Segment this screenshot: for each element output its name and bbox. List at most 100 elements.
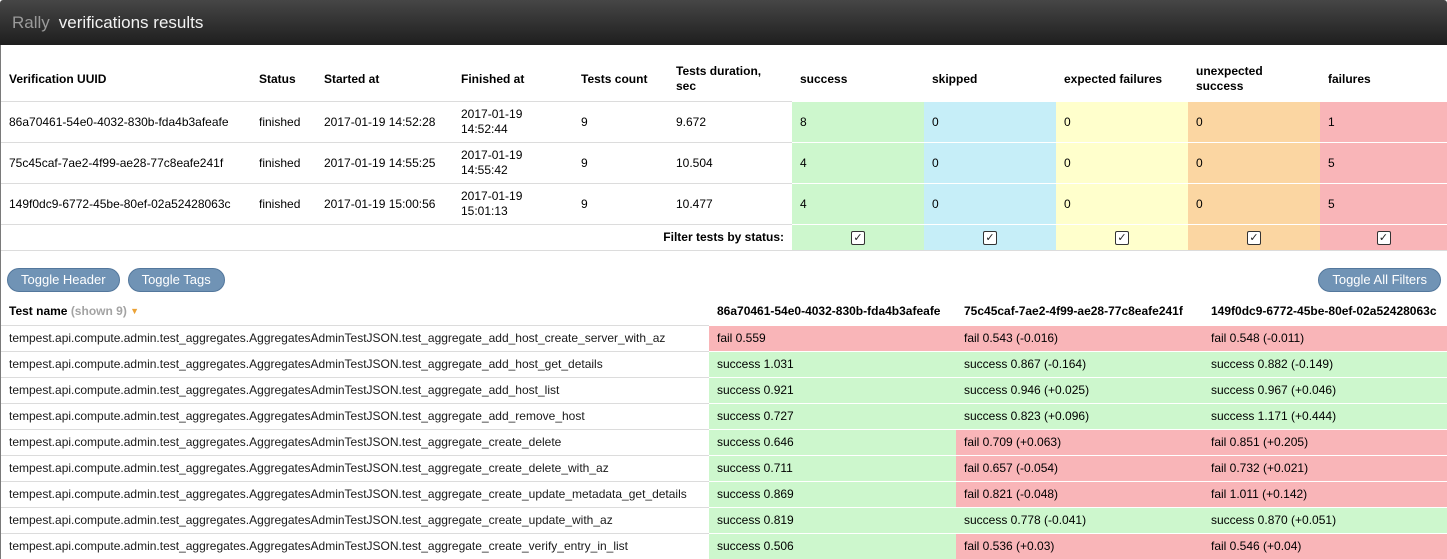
- test-row[interactable]: tempest.api.compute.admin.test_aggregate…: [1, 430, 1447, 456]
- toggle-all-filters-button[interactable]: Toggle All Filters: [1318, 268, 1441, 292]
- skipped-count-cell: 0: [924, 102, 1056, 143]
- filter-cell-failures: ✓: [1320, 225, 1447, 251]
- result-cell: success 0.646: [709, 430, 956, 456]
- unexpected-success-count-cell: 0: [1188, 102, 1320, 143]
- result-cell: fail 0.543 (-0.016): [956, 326, 1203, 352]
- result-cell: success 0.506: [709, 534, 956, 559]
- col-header-expected-failures: expected failures: [1056, 57, 1188, 102]
- success-count-cell: 8: [792, 102, 924, 143]
- duration-cell: 9.672: [668, 102, 792, 143]
- started-at-cell: 2017-01-19 14:55:25: [316, 143, 453, 184]
- col-header-run-3: 149f0dc9-6772-45be-80ef-02a52428063c: [1203, 298, 1447, 326]
- test-row[interactable]: tempest.api.compute.admin.test_aggregate…: [1, 456, 1447, 482]
- result-cell: success 0.946 (+0.025): [956, 378, 1203, 404]
- test-name-cell: tempest.api.compute.admin.test_aggregate…: [1, 404, 709, 430]
- result-cell: success 0.727: [709, 404, 956, 430]
- result-cell: fail 0.536 (+0.03): [956, 534, 1203, 559]
- filter-cell-unexpected-success: ✓: [1188, 225, 1320, 251]
- test-name-cell: tempest.api.compute.admin.test_aggregate…: [1, 430, 709, 456]
- status-cell: finished: [251, 184, 316, 225]
- result-cell: success 0.867 (-0.164): [956, 352, 1203, 378]
- tests-table: Test name (shown 9) ▼ 86a70461-54e0-4032…: [1, 298, 1447, 559]
- uuid-cell: 86a70461-54e0-4032-830b-fda4b3afeafe: [1, 102, 251, 143]
- test-row[interactable]: tempest.api.compute.admin.test_aggregate…: [1, 404, 1447, 430]
- page-title: verifications results: [59, 13, 204, 33]
- filter-checkbox-success[interactable]: ✓: [851, 231, 865, 245]
- filter-checkbox-unexpected-success[interactable]: ✓: [1247, 231, 1261, 245]
- test-row[interactable]: tempest.api.compute.admin.test_aggregate…: [1, 352, 1447, 378]
- uuid-cell: 75c45caf-7ae2-4f99-ae28-77c8eafe241f: [1, 143, 251, 184]
- filter-checkbox-expected-failures[interactable]: ✓: [1115, 231, 1129, 245]
- finished-at-cell: 2017-01-19 14:55:42: [453, 143, 573, 184]
- finished-at-cell: 2017-01-19 14:52:44: [453, 102, 573, 143]
- result-cell: fail 0.548 (-0.011): [1203, 326, 1447, 352]
- col-header-tests-count: Tests count: [573, 57, 668, 102]
- test-name-header-label: Test name: [9, 304, 67, 318]
- result-cell: success 0.711: [709, 456, 956, 482]
- col-header-failures: failures: [1320, 57, 1447, 102]
- test-row[interactable]: tempest.api.compute.admin.test_aggregate…: [1, 508, 1447, 534]
- unexpected-success-count-cell: 0: [1188, 143, 1320, 184]
- test-name-cell: tempest.api.compute.admin.test_aggregate…: [1, 456, 709, 482]
- test-row[interactable]: tempest.api.compute.admin.test_aggregate…: [1, 326, 1447, 352]
- verification-row: 75c45caf-7ae2-4f99-ae28-77c8eafe241f fin…: [1, 143, 1447, 184]
- success-count-cell: 4: [792, 184, 924, 225]
- expected-failures-count-cell: 0: [1056, 102, 1188, 143]
- test-name-sort-header[interactable]: Test name (shown 9) ▼: [1, 298, 709, 326]
- col-header-skipped: skipped: [924, 57, 1056, 102]
- col-header-status: Status: [251, 57, 316, 102]
- expected-failures-count-cell: 0: [1056, 184, 1188, 225]
- app-header: Rally verifications results: [0, 0, 1447, 45]
- result-cell: fail 0.851 (+0.205): [1203, 430, 1447, 456]
- test-row[interactable]: tempest.api.compute.admin.test_aggregate…: [1, 378, 1447, 404]
- result-cell: success 0.870 (+0.051): [1203, 508, 1447, 534]
- result-cell: success 0.882 (-0.149): [1203, 352, 1447, 378]
- toggle-header-button[interactable]: Toggle Header: [7, 268, 120, 292]
- col-header-unexpected-success: unexpected success: [1188, 57, 1320, 102]
- failures-count-cell: 1: [1320, 102, 1447, 143]
- unexpected-success-count-cell: 0: [1188, 184, 1320, 225]
- filter-checkbox-failures[interactable]: ✓: [1377, 231, 1391, 245]
- verification-row: 149f0dc9-6772-45be-80ef-02a52428063c fin…: [1, 184, 1447, 225]
- filter-cell-skipped: ✓: [924, 225, 1056, 251]
- filter-label: Filter tests by status:: [1, 225, 792, 251]
- col-header-run-1: 86a70461-54e0-4032-830b-fda4b3afeafe: [709, 298, 956, 326]
- tests-count-cell: 9: [573, 184, 668, 225]
- skipped-count-cell: 0: [924, 143, 1056, 184]
- col-header-success: success: [792, 57, 924, 102]
- result-cell: fail 0.709 (+0.063): [956, 430, 1203, 456]
- verification-row: 86a70461-54e0-4032-830b-fda4b3afeafe fin…: [1, 102, 1447, 143]
- duration-cell: 10.504: [668, 143, 792, 184]
- verifications-table: Verification UUID Status Started at Fini…: [1, 57, 1447, 251]
- started-at-cell: 2017-01-19 15:00:56: [316, 184, 453, 225]
- filter-row: Filter tests by status: ✓ ✓ ✓ ✓ ✓: [1, 225, 1447, 251]
- verifications-header-row: Verification UUID Status Started at Fini…: [1, 57, 1447, 102]
- duration-cell: 10.477: [668, 184, 792, 225]
- result-cell: fail 0.546 (+0.04): [1203, 534, 1447, 559]
- finished-at-cell: 2017-01-19 15:01:13: [453, 184, 573, 225]
- test-row[interactable]: tempest.api.compute.admin.test_aggregate…: [1, 534, 1447, 559]
- test-name-cell: tempest.api.compute.admin.test_aggregate…: [1, 508, 709, 534]
- result-cell: success 0.819: [709, 508, 956, 534]
- result-cell: success 1.171 (+0.444): [1203, 404, 1447, 430]
- toggle-tags-button[interactable]: Toggle Tags: [128, 268, 225, 292]
- filter-checkbox-skipped[interactable]: ✓: [983, 231, 997, 245]
- col-header-started-at: Started at: [316, 57, 453, 102]
- filter-cell-success: ✓: [792, 225, 924, 251]
- result-cell: success 0.823 (+0.096): [956, 404, 1203, 430]
- app-brand: Rally: [12, 13, 50, 33]
- filter-cell-expected-failures: ✓: [1056, 225, 1188, 251]
- test-name-cell: tempest.api.compute.admin.test_aggregate…: [1, 482, 709, 508]
- test-name-cell: tempest.api.compute.admin.test_aggregate…: [1, 534, 709, 559]
- toolbar: Toggle Header Toggle Tags Toggle All Fil…: [7, 268, 1441, 292]
- sort-desc-icon: ▼: [130, 306, 139, 316]
- col-header-tests-duration: Tests duration, sec: [668, 57, 792, 102]
- test-row[interactable]: tempest.api.compute.admin.test_aggregate…: [1, 482, 1447, 508]
- result-cell: success 0.778 (-0.041): [956, 508, 1203, 534]
- test-name-cell: tempest.api.compute.admin.test_aggregate…: [1, 352, 709, 378]
- result-cell: fail 1.011 (+0.142): [1203, 482, 1447, 508]
- result-cell: fail 0.657 (-0.054): [956, 456, 1203, 482]
- page-content: Verification UUID Status Started at Fini…: [0, 45, 1447, 559]
- tests-count-cell: 9: [573, 143, 668, 184]
- col-header-verification-uuid: Verification UUID: [1, 57, 251, 102]
